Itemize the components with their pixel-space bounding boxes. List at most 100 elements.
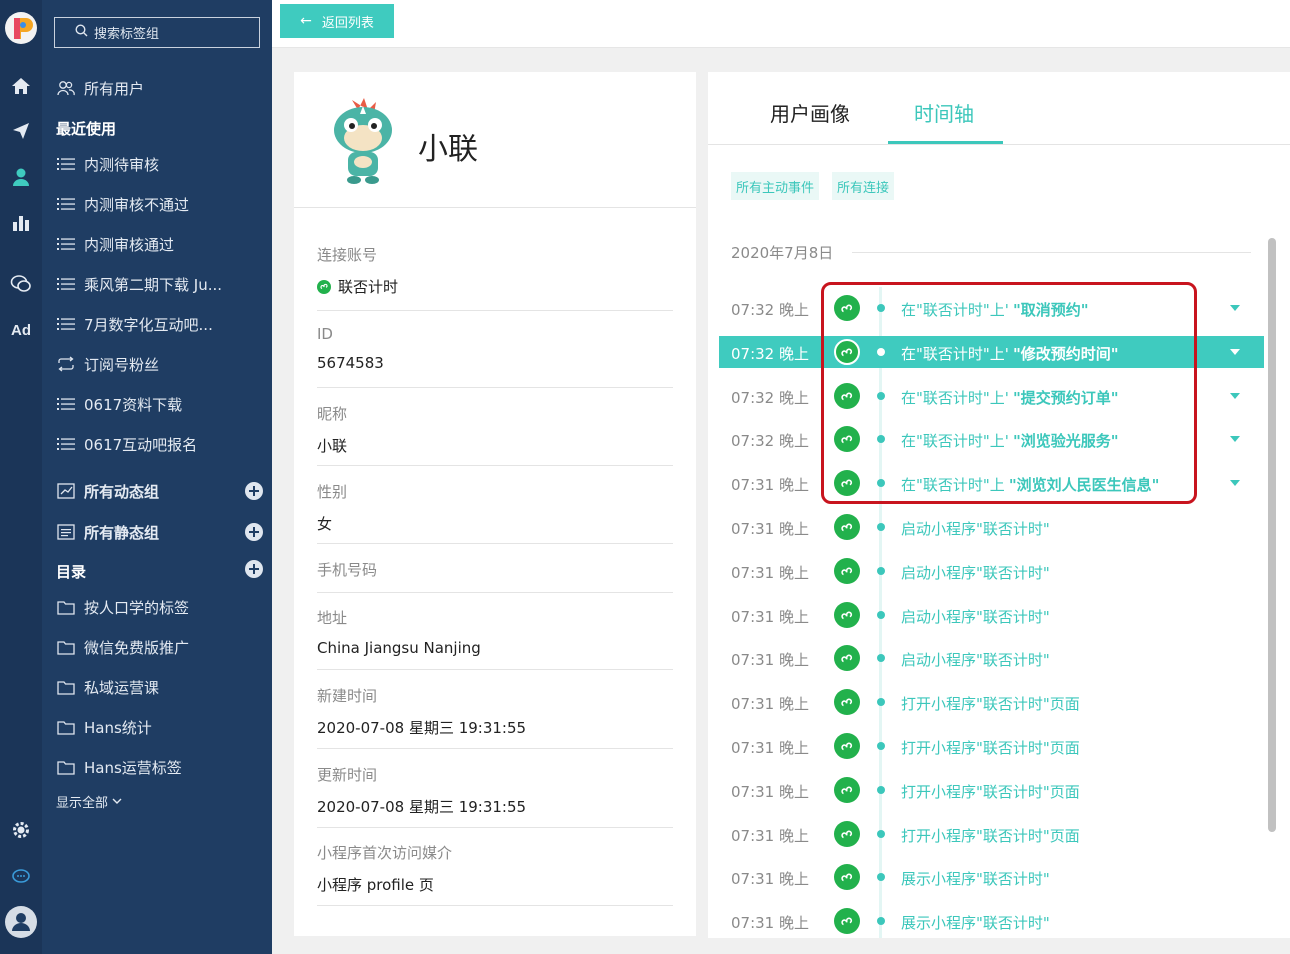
caret-down-icon[interactable] (1230, 305, 1240, 311)
caret-down-icon[interactable] (1230, 393, 1240, 399)
event-description: 启动小程序"联否计时" (901, 606, 1050, 627)
sidebar-item-recent[interactable]: 0617资料下载 (56, 392, 182, 416)
event-description: 打开小程序"联否计时"页面 (901, 825, 1080, 846)
event-time: 07:31 晚上 (731, 476, 809, 494)
logo-icon[interactable] (0, 8, 42, 48)
field-phone: 手机号码 (317, 559, 673, 593)
field-value: 5674583 (317, 354, 384, 372)
caret-down-icon[interactable] (1230, 436, 1240, 442)
sidebar-item-label: 所有静态组 (84, 523, 160, 542)
timeline-dot (877, 611, 885, 619)
sidebar-item-label: 所有动态组 (84, 482, 160, 501)
tab-user-portrait[interactable]: 用户画像 (770, 98, 850, 127)
filter-all-active-events[interactable]: 所有主动事件 (731, 172, 820, 200)
sidebar-item-folder[interactable]: 按人口学的标签 (56, 595, 189, 619)
home-icon[interactable] (0, 68, 42, 104)
sidebar-item-recent[interactable]: 内测审核通过 (56, 232, 174, 256)
folder-icon (56, 677, 76, 697)
tab-timeline[interactable]: 时间轴 (914, 98, 974, 127)
timeline-event-row[interactable]: 07:31 晚上 启动小程序"联否计时" (719, 642, 1264, 674)
filter-all-connections[interactable]: 所有连接 (832, 172, 895, 200)
field-label: 性别 (317, 483, 348, 501)
sidebar-item-recent[interactable]: 7月数字化互动吧... (56, 312, 213, 336)
event-description: 打开小程序"联否计时"页面 (901, 781, 1080, 802)
event-prefix: 启动小程序"联否计时" (901, 651, 1050, 669)
sidebar-item-label: Hans统计 (84, 718, 152, 737)
avatar (328, 94, 398, 188)
recent-heading: 最近使用 (56, 120, 117, 138)
miniprogram-icon (834, 733, 860, 759)
timeline-event-row[interactable]: 07:31 晚上 打开小程序"联否计时"页面 (719, 686, 1264, 718)
sidebar-item-folder[interactable]: Hans运营标签 (56, 755, 182, 779)
event-prefix: 启动小程序"联否计时" (901, 564, 1050, 582)
caret-down-icon[interactable] (1230, 480, 1240, 486)
timeline-event-row[interactable]: 07:31 晚上 展示小程序"联否计时" (719, 861, 1264, 893)
back-to-list-button[interactable]: ← 返回列表 (280, 4, 394, 38)
timeline-event-row[interactable]: 07:31 晚上 打开小程序"联否计时"页面 (719, 774, 1264, 806)
sidebar-item-folder[interactable]: Hans统计 (56, 715, 152, 739)
field-label: 更新时间 (317, 766, 378, 784)
event-description: 启动小程序"联否计时" (901, 562, 1050, 583)
connected-account-value: 联否计时 (338, 278, 399, 296)
ad-icon[interactable]: Ad (0, 312, 42, 348)
timeline-event-row[interactable]: 07:31 晚上 启动小程序"联否计时" (719, 511, 1264, 543)
event-time: 07:32 晚上 (731, 389, 809, 407)
settings-icon[interactable] (0, 812, 42, 848)
event-time: 07:31 晚上 (731, 914, 809, 932)
timeline-event-row[interactable]: 07:31 晚上 展示小程序"联否计时" (719, 905, 1264, 937)
miniprogram-icon (834, 777, 860, 803)
account-icon[interactable] (0, 902, 42, 942)
scrollbar-thumb[interactable] (1268, 238, 1276, 832)
divider (317, 905, 673, 906)
sidebar-item-recent[interactable]: 内测审核不通过 (56, 192, 189, 216)
top-bar: ← 返回列表 (272, 0, 1290, 48)
sidebar-item-recent[interactable]: 订阅号粉丝 (56, 352, 159, 376)
sidebar-item-all-users[interactable]: 所有用户 (56, 76, 144, 100)
timeline-dot (877, 917, 885, 925)
timeline-event-row[interactable]: 07:31 晚上 打开小程序"联否计时"页面 (719, 730, 1264, 762)
event-description: 启动小程序"联否计时" (901, 649, 1050, 670)
timeline-dot (877, 830, 885, 838)
search-input[interactable]: 搜索标签组 (54, 17, 260, 48)
sidebar-item-dynamic-groups[interactable]: 所有动态组 (56, 479, 159, 503)
ad-label: Ad (11, 321, 31, 339)
sidebar-item-recent[interactable]: 内测待审核 (56, 152, 159, 176)
miniprogram-icon (317, 279, 331, 294)
miniprogram-icon (834, 602, 860, 628)
field-value: 女 (317, 515, 333, 533)
event-time: 07:31 晚上 (731, 520, 809, 538)
chat-icon[interactable] (0, 859, 42, 895)
sidebar-item-recent[interactable]: 0617互动吧报名 (56, 432, 197, 456)
sidebar-item-folder[interactable]: 微信免费版推广 (56, 635, 189, 659)
sidebar-item-label: 订阅号粉丝 (84, 355, 160, 374)
field-label: 新建时间 (317, 687, 378, 705)
wechat-icon[interactable] (0, 266, 42, 302)
show-all-link[interactable]: 显示全部 (56, 792, 122, 811)
miniprogram-icon (834, 689, 860, 715)
folder-icon (56, 717, 76, 737)
sidebar-item-static-groups[interactable]: 所有静态组 (56, 520, 159, 544)
caret-down-icon[interactable] (1230, 349, 1240, 355)
user-icon[interactable] (0, 159, 42, 195)
document-folder-icon (56, 522, 76, 542)
timeline-event-row[interactable]: 07:31 晚上 启动小程序"联否计时" (719, 555, 1264, 587)
arrow-left-icon: ← (300, 13, 312, 29)
search-icon (75, 24, 94, 41)
add-dynamic-group-button[interactable] (245, 482, 263, 500)
add-catalog-button[interactable] (245, 560, 263, 578)
folder-icon (56, 757, 76, 777)
bar-chart-icon[interactable] (0, 205, 42, 241)
timeline-panel: 用户画像 时间轴 所有主动事件 所有连接 2020年7月8日 07:32 晚上在… (708, 72, 1290, 938)
add-static-group-button[interactable] (245, 523, 263, 541)
event-description: 打开小程序"联否计时"页面 (901, 693, 1080, 714)
field-label: 昵称 (317, 405, 348, 423)
send-icon[interactable] (0, 113, 42, 149)
timeline-event-row[interactable]: 07:31 晚上 打开小程序"联否计时"页面 (719, 818, 1264, 850)
event-time: 07:31 晚上 (731, 783, 809, 801)
timeline-dot (877, 567, 885, 575)
sidebar-item-recent[interactable]: 乘风第二期下载 Ju... (56, 272, 222, 296)
timeline-event-row[interactable]: 07:31 晚上 启动小程序"联否计时" (719, 599, 1264, 631)
divider (294, 207, 696, 208)
folder-icon (56, 597, 76, 617)
sidebar-item-folder[interactable]: 私域运营课 (56, 675, 159, 699)
